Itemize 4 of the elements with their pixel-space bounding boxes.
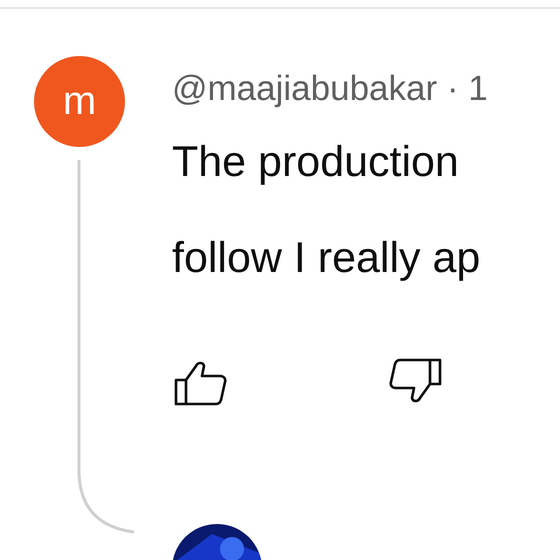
comment-text-line: The production	[172, 137, 460, 188]
comment-byline: @maajiabubakar · 1	[172, 68, 488, 110]
comment-text-line: follow I really ap	[172, 233, 482, 284]
avatar[interactable]: m	[34, 56, 125, 147]
